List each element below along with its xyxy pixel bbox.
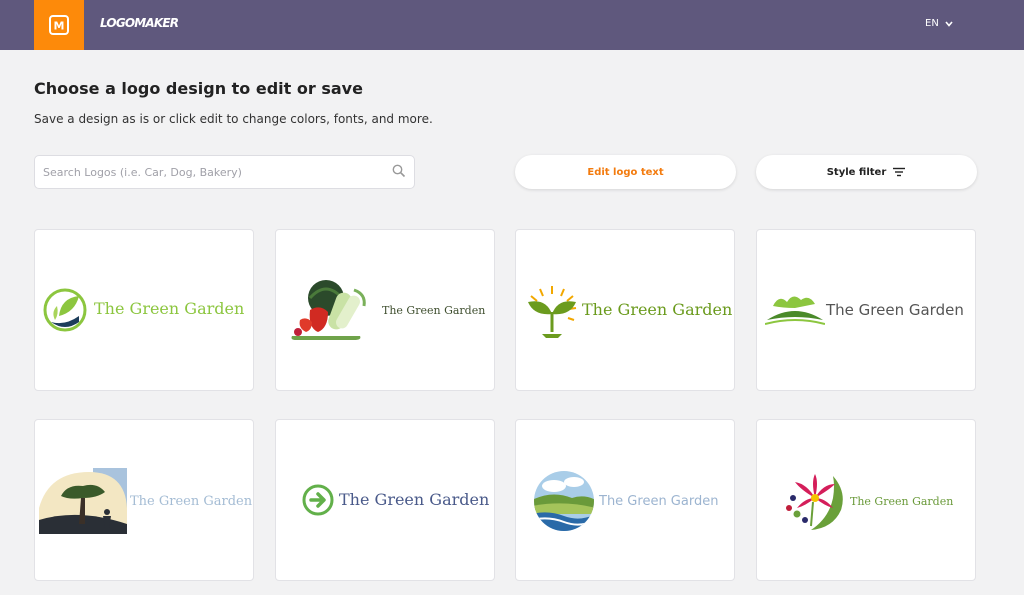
logo-text: The Green Garden [382, 304, 486, 317]
landscape-circle-emblem [534, 471, 594, 531]
logo-text: The Green Garden [599, 494, 719, 509]
filter-lines-icon [893, 167, 906, 177]
logo-text: The Green Garden [94, 299, 245, 318]
top-bar: M LOGOMAKER EN [0, 0, 1024, 50]
brand-logo[interactable]: M [34, 0, 84, 50]
logo-text: The Green Garden [826, 301, 964, 319]
logo-card[interactable]: The Green Garden [756, 419, 976, 581]
style-filter-button[interactable]: Style filter [756, 155, 977, 189]
leaf-circle-emblem [43, 288, 87, 332]
logo-card[interactable]: The Green Garden [34, 419, 254, 581]
page-subtitle: Save a design as is or click edit to cha… [34, 112, 433, 126]
logo-text: The Green Garden [339, 490, 490, 509]
brand-wordmark[interactable]: LOGOMAKER [100, 16, 179, 30]
search-input[interactable] [35, 156, 385, 188]
flower-emblem [786, 474, 843, 530]
language-label: EN [925, 18, 939, 29]
logo-card[interactable]: The Green Garden [756, 229, 976, 391]
tree-sunset-emblem [39, 468, 127, 534]
search-box [34, 155, 415, 189]
brand-m-icon: M [49, 15, 69, 35]
search-icon[interactable] [392, 164, 406, 178]
edit-logo-text-button[interactable]: Edit logo text [515, 155, 736, 189]
chevron-down-icon [945, 20, 953, 27]
language-selector[interactable]: EN [925, 18, 953, 29]
vegetables-emblem [291, 280, 366, 340]
sprout-sun-emblem [528, 286, 577, 338]
hills-emblem [765, 296, 825, 325]
logo-text: The Green Garden [582, 300, 733, 319]
logo-card[interactable]: The Green Garden [515, 419, 735, 581]
logo-card[interactable]: The Green Garden [515, 229, 735, 391]
svg-text:M: M [54, 20, 65, 33]
logo-card[interactable]: The Green Garden [275, 229, 495, 391]
style-filter-label: Style filter [826, 166, 887, 178]
page-title: Choose a logo design to edit or save [34, 79, 363, 98]
logo-text: The Green Garden [130, 494, 253, 509]
logo-card[interactable]: The Green Garden [275, 419, 495, 581]
arrow-circle-emblem [302, 484, 334, 516]
logo-text: The Green Garden [850, 495, 954, 508]
logo-card[interactable]: The Green Garden [34, 229, 254, 391]
